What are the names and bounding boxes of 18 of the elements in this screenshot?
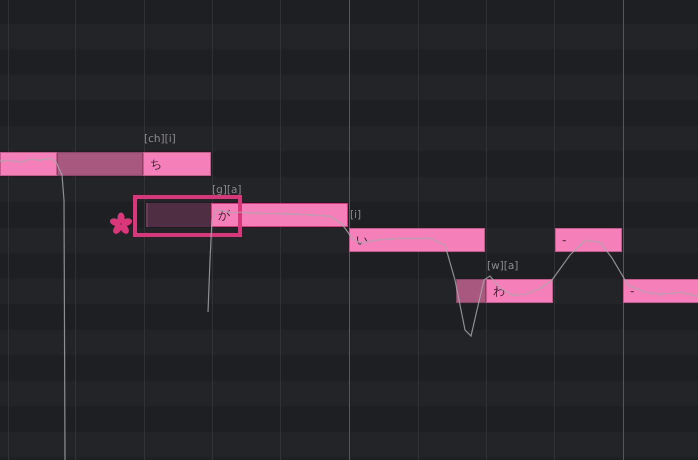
note-block[interactable]: い (349, 228, 485, 252)
note-block[interactable]: - (623, 279, 698, 303)
phoneme-label: [i] (350, 210, 362, 220)
lyric-text: ち (150, 158, 162, 170)
lyric-text: い (356, 234, 368, 246)
note-block[interactable]: ち (143, 152, 211, 176)
lyric-text: わ (493, 285, 505, 297)
note-block[interactable]: わ (486, 279, 553, 303)
lyric-text: が (218, 209, 230, 221)
phoneme-label: [w][a] (487, 261, 518, 272)
lyric-text: - (630, 285, 634, 297)
flower-icon (109, 212, 133, 236)
phoneme-label: [g][a] (212, 185, 242, 196)
note-block[interactable]: - (555, 228, 622, 252)
note-block[interactable]: が (211, 203, 348, 227)
lyric-text: - (562, 234, 566, 246)
phoneme-label: [ch][i] (144, 134, 176, 144)
note-block[interactable] (0, 152, 57, 176)
